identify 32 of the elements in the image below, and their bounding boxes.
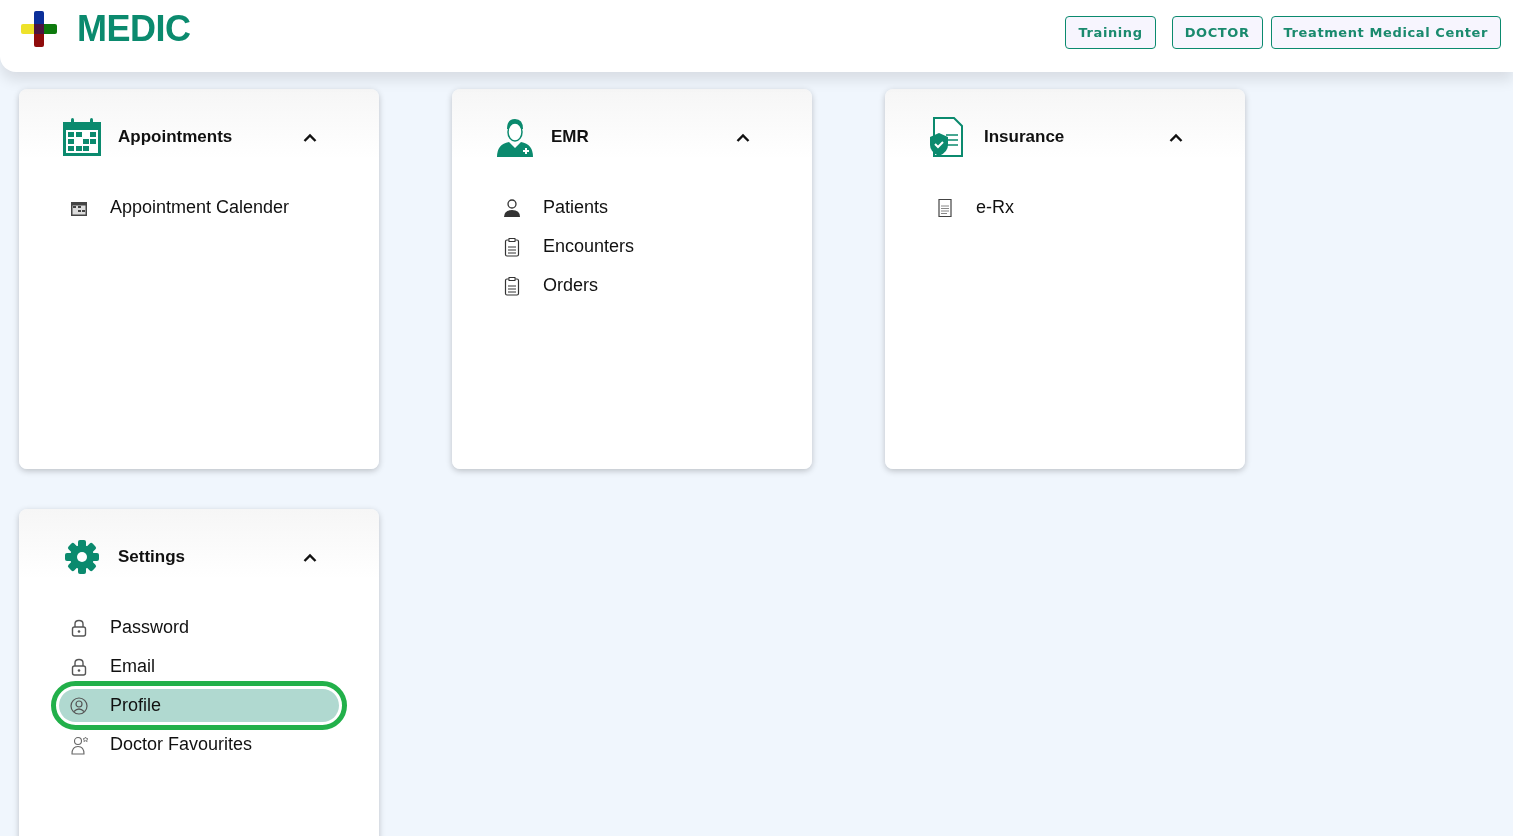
menu-item[interactable]: Doctor Favourites [59,728,339,761]
calendar-icon [62,117,102,157]
chevron-icon[interactable] [736,132,750,142]
menu-item[interactable]: Patients [492,191,772,224]
menu-item[interactable]: Email [59,650,339,683]
card-title: Insurance [984,127,1066,147]
header-button[interactable]: Treatment Medical Center [1270,16,1501,49]
clipboard-icon [502,275,522,296]
document-icon [935,197,955,218]
card-title: EMR [551,127,590,147]
cross-logo-icon [21,11,57,47]
clipboard-icon [502,236,522,257]
app-title: MEDIC [77,8,191,50]
menu-item[interactable]: Password [59,611,339,644]
card-title: Settings [118,547,187,567]
lock-icon [69,656,89,677]
doctor-icon [69,734,89,755]
menu-item[interactable]: Encounters [492,230,772,263]
chevron-icon[interactable] [303,132,317,142]
menu-item[interactable]: Appointment Calender [59,191,339,224]
chevron-icon[interactable] [1169,132,1183,142]
header-button[interactable]: Training [1065,16,1156,49]
header-button[interactable]: DOCTOR [1171,16,1263,49]
menu-item[interactable]: Orders [492,269,772,302]
lock-icon [69,617,89,638]
menu-item[interactable]: e-Rx [925,191,1205,224]
doctor-icon [495,117,535,157]
settings-icon [62,537,102,577]
person-icon [502,197,522,218]
user-circle-icon [69,695,89,716]
chevron-icon[interactable] [303,552,317,562]
card-title: Appointments [118,127,234,147]
